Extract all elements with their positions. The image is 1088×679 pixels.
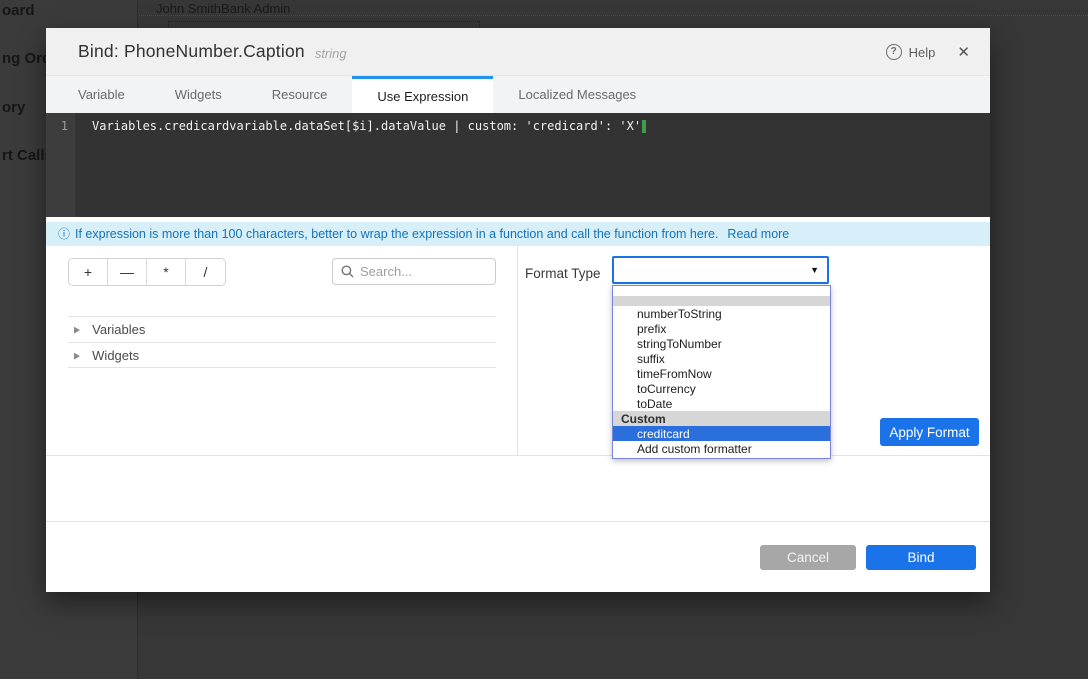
tab-resource[interactable]: Resource	[247, 76, 353, 113]
read-more-link[interactable]: Read more	[727, 227, 789, 241]
page-title: Bind: PhoneNumber.Caption	[78, 41, 305, 62]
code-line: Variables.credicardvariable.dataSet[$i].…	[92, 119, 641, 133]
dropdown-option[interactable]: prefix	[613, 321, 830, 336]
dialog-header: Bind: PhoneNumber.Caption string ? Help …	[46, 28, 990, 76]
dropdown-option[interactable]: suffix	[613, 351, 830, 366]
user-label: John SmithBank Admin	[156, 1, 290, 16]
dropdown-option-creditcard[interactable]: creditcard	[613, 426, 830, 441]
help-icon: ?	[886, 44, 902, 60]
chevron-right-icon: ▶	[74, 350, 80, 360]
banner-text: If expression is more than 100 character…	[75, 227, 718, 241]
operator-divide-button[interactable]: /	[186, 259, 225, 285]
help-label: Help	[909, 45, 936, 60]
line-number-gutter: 1	[46, 113, 75, 217]
tab-use-expression[interactable]: Use Expression	[352, 76, 493, 113]
text-cursor	[642, 120, 646, 133]
title-type-badge: string	[315, 43, 347, 61]
operator-group: + — * /	[68, 258, 226, 286]
search-input[interactable]	[360, 264, 475, 279]
cancel-button[interactable]: Cancel	[760, 545, 856, 570]
divider	[46, 455, 990, 456]
screen: oard ng Order ory rt Calls John SmithBan…	[0, 0, 1088, 679]
dropdown-option[interactable]: numberToString	[613, 306, 830, 321]
chevron-down-icon: ▼	[810, 265, 819, 275]
operator-plus-button[interactable]: +	[69, 259, 108, 285]
expression-tree: ▶ Variables ▶ Widgets	[68, 316, 496, 368]
tab-variable[interactable]: Variable	[53, 76, 150, 113]
tab-bar: Variable Widgets Resource Use Expression…	[46, 76, 990, 113]
divider	[46, 521, 990, 522]
format-type-select[interactable]: ▼	[612, 256, 829, 284]
background-divider	[139, 15, 1088, 16]
dropdown-option[interactable]: stringToNumber	[613, 336, 830, 351]
code-area[interactable]: Variables.credicardvariable.dataSet[$i].…	[75, 113, 990, 217]
tree-item-label: Variables	[92, 322, 145, 337]
dropdown-option[interactable]: timeFromNow	[613, 366, 830, 381]
dropdown-option-blank[interactable]	[613, 296, 830, 306]
dialog-body: + — * / ▶ Variables ▶ Widgets	[46, 246, 990, 455]
dropdown-option-add-custom-formatter[interactable]: Add custom formatter	[613, 441, 830, 456]
tree-item-label: Widgets	[92, 348, 139, 363]
apply-format-button[interactable]: Apply Format	[880, 418, 979, 446]
sidebar-item: oard	[2, 2, 35, 19]
bind-button[interactable]: Bind	[866, 545, 976, 570]
dropdown-option[interactable]: toCurrency	[613, 381, 830, 396]
search-icon	[341, 265, 354, 278]
tab-localized-messages[interactable]: Localized Messages	[493, 76, 661, 113]
format-type-dropdown: numberToString prefix stringToNumber suf…	[612, 285, 831, 459]
operator-multiply-button[interactable]: *	[147, 259, 186, 285]
search-field	[332, 258, 496, 285]
sidebar-item: ory	[2, 99, 25, 116]
dropdown-option-blank[interactable]	[613, 286, 830, 296]
close-icon[interactable]: ✕	[957, 43, 970, 61]
tab-widgets[interactable]: Widgets	[150, 76, 247, 113]
tree-item-variables[interactable]: ▶ Variables	[68, 316, 496, 342]
info-icon: ⓘ	[58, 228, 70, 240]
operator-minus-button[interactable]: —	[108, 259, 147, 285]
format-type-label: Format Type	[525, 266, 601, 281]
dropdown-group-custom: Custom	[613, 411, 830, 426]
bind-dialog: Bind: PhoneNumber.Caption string ? Help …	[46, 28, 990, 592]
tree-item-widgets[interactable]: ▶ Widgets	[68, 342, 496, 368]
chevron-right-icon: ▶	[74, 324, 80, 334]
dropdown-option[interactable]: toDate	[613, 396, 830, 411]
help-button[interactable]: ? Help	[886, 44, 936, 60]
line-number: 1	[61, 119, 68, 133]
info-banner: ⓘ If expression is more than 100 charact…	[46, 222, 990, 246]
expression-editor[interactable]: 1 Variables.credicardvariable.dataSet[$i…	[46, 113, 990, 217]
panel-divider	[517, 246, 518, 455]
